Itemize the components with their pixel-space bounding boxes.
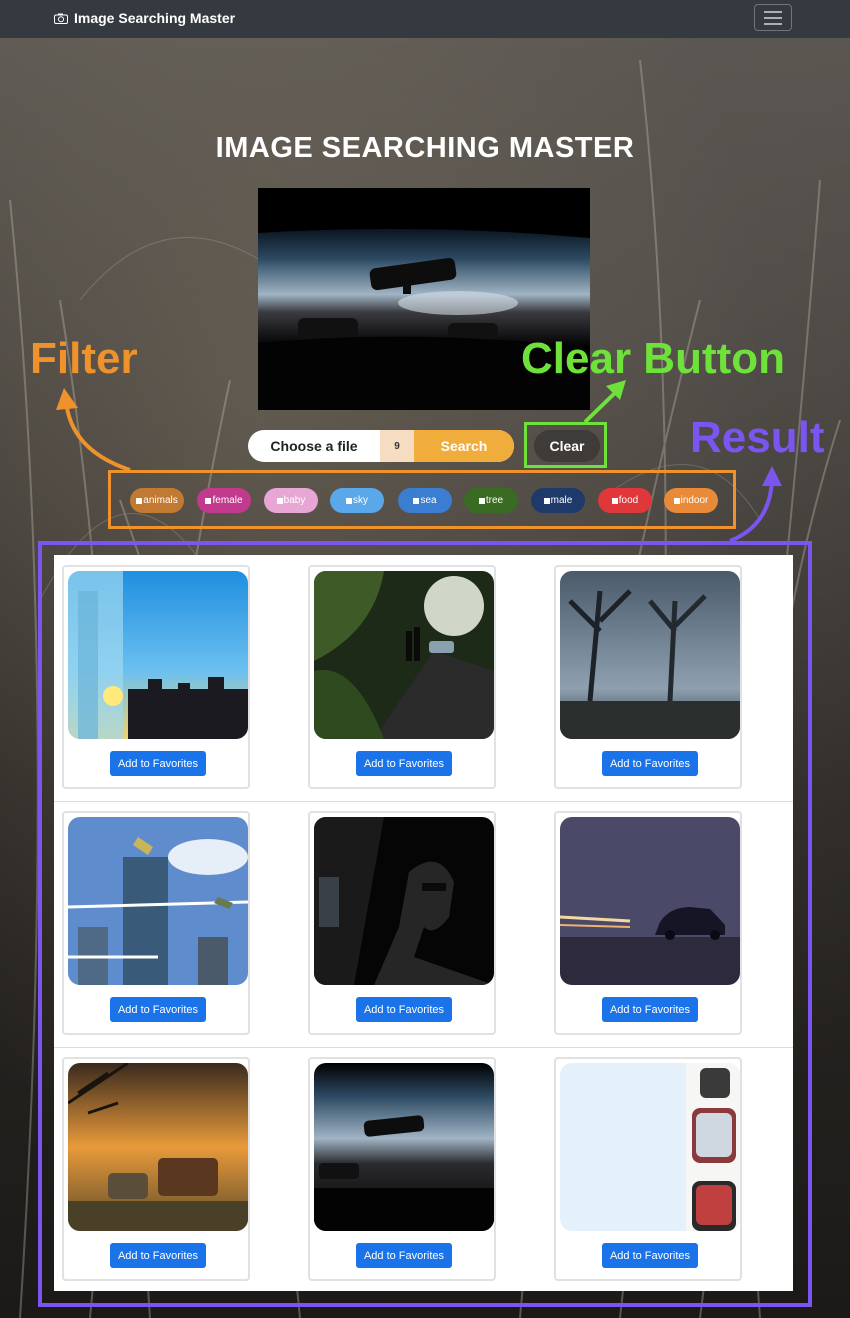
clear-arrow-icon bbox=[583, 388, 620, 424]
annotation-arrows bbox=[56, 380, 782, 543]
filter-arrow-icon bbox=[64, 399, 131, 472]
result-arrow-icon bbox=[729, 479, 774, 543]
